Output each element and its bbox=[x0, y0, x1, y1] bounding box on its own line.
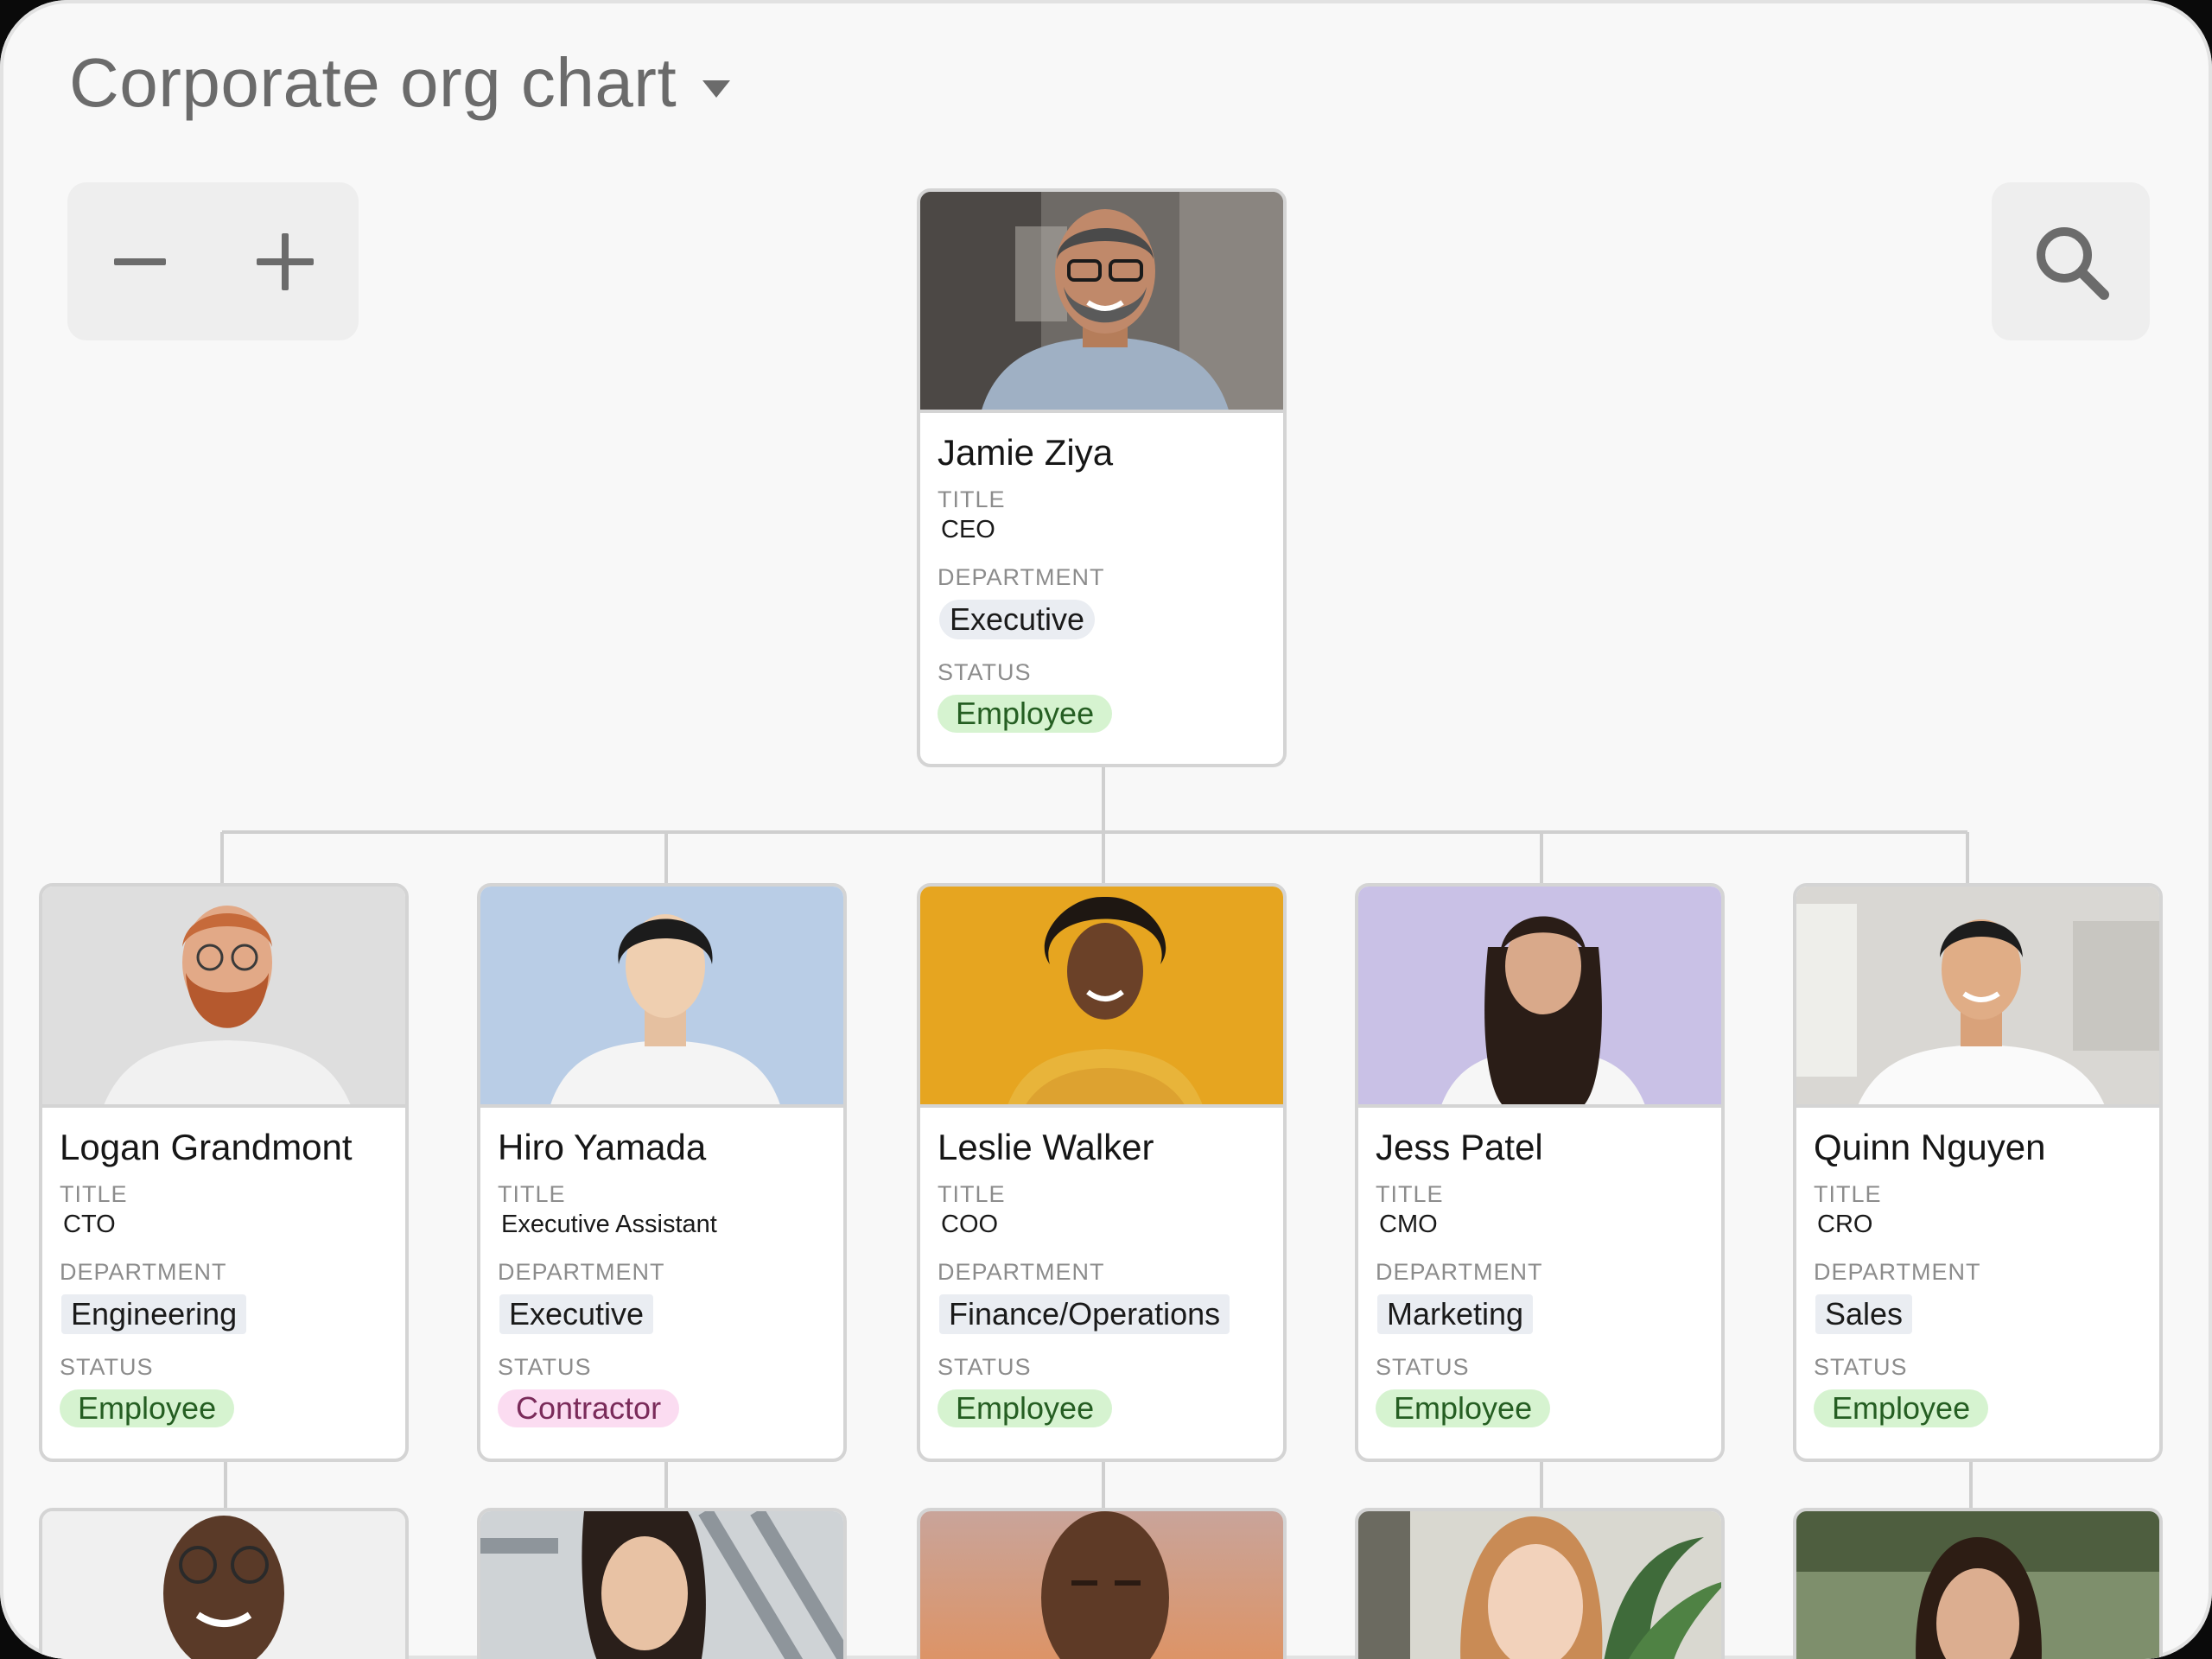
status-label: STATUS bbox=[498, 1353, 826, 1381]
status-badge: Employee bbox=[60, 1389, 234, 1427]
department-label: DEPARTMENT bbox=[1376, 1258, 1704, 1286]
avatar bbox=[42, 1511, 409, 1659]
employee-name: Quinn Nguyen bbox=[1814, 1127, 2142, 1168]
department-label: DEPARTMENT bbox=[498, 1258, 826, 1286]
title-value: CRO bbox=[1817, 1210, 2142, 1239]
title-value: CTO bbox=[63, 1210, 388, 1239]
employee-name: Jess Patel bbox=[1376, 1127, 1704, 1168]
avatar bbox=[920, 1511, 1287, 1659]
avatar bbox=[920, 192, 1283, 413]
title-value: CMO bbox=[1379, 1210, 1704, 1239]
status-label: STATUS bbox=[1814, 1353, 2142, 1381]
avatar bbox=[1358, 1511, 1725, 1659]
employee-name: Hiro Yamada bbox=[498, 1127, 826, 1168]
employee-card-partial[interactable] bbox=[917, 1508, 1287, 1659]
title-label: TITLE bbox=[938, 486, 1266, 513]
employee-card[interactable]: Leslie Walker TITLE COO DEPARTMENT Finan… bbox=[917, 883, 1287, 1462]
title-value: CEO bbox=[941, 515, 1266, 544]
employee-card[interactable]: Logan Grandmont TITLE CTO DEPARTMENT Eng… bbox=[39, 883, 409, 1462]
employee-card[interactable]: Hiro Yamada TITLE Executive Assistant DE… bbox=[477, 883, 847, 1462]
avatar bbox=[920, 887, 1283, 1108]
title-label: TITLE bbox=[60, 1180, 388, 1208]
avatar bbox=[480, 1511, 847, 1659]
employee-name: Logan Grandmont bbox=[60, 1127, 388, 1168]
status-label: STATUS bbox=[938, 658, 1266, 686]
title-label: TITLE bbox=[938, 1180, 1266, 1208]
department-badge: Executive bbox=[939, 600, 1095, 639]
employee-card[interactable]: Jess Patel TITLE CMO DEPARTMENT Marketin… bbox=[1355, 883, 1725, 1462]
employee-card-partial[interactable] bbox=[477, 1508, 847, 1659]
department-label: DEPARTMENT bbox=[938, 1258, 1266, 1286]
employee-card-ceo[interactable]: Jamie Ziya TITLE CEO DEPARTMENT Executiv… bbox=[917, 188, 1287, 767]
department-badge: Engineering bbox=[61, 1294, 246, 1334]
status-badge: Employee bbox=[1814, 1389, 1988, 1427]
employee-card[interactable]: Quinn Nguyen TITLE CRO DEPARTMENT Sales … bbox=[1793, 883, 2163, 1462]
department-label: DEPARTMENT bbox=[938, 563, 1266, 591]
avatar bbox=[1796, 887, 2159, 1108]
avatar bbox=[1796, 1511, 2163, 1659]
employee-name: Leslie Walker bbox=[938, 1127, 1266, 1168]
title-value: COO bbox=[941, 1210, 1266, 1239]
org-chart-window: Corporate org chart bbox=[0, 0, 2212, 1659]
status-badge: Contractor bbox=[498, 1389, 679, 1427]
title-label: TITLE bbox=[498, 1180, 826, 1208]
employee-card-partial[interactable] bbox=[1793, 1508, 2163, 1659]
status-label: STATUS bbox=[938, 1353, 1266, 1381]
department-label: DEPARTMENT bbox=[1814, 1258, 2142, 1286]
department-label: DEPARTMENT bbox=[60, 1258, 388, 1286]
avatar bbox=[480, 887, 843, 1108]
status-label: STATUS bbox=[1376, 1353, 1704, 1381]
department-badge: Finance/Operations bbox=[939, 1294, 1230, 1334]
title-value: Executive Assistant bbox=[501, 1210, 826, 1239]
status-badge: Employee bbox=[938, 695, 1112, 733]
avatar bbox=[42, 887, 405, 1108]
employee-card-partial[interactable] bbox=[1355, 1508, 1725, 1659]
department-badge: Marketing bbox=[1377, 1294, 1533, 1334]
status-label: STATUS bbox=[60, 1353, 388, 1381]
employee-name: Jamie Ziya bbox=[938, 432, 1266, 474]
status-badge: Employee bbox=[1376, 1389, 1550, 1427]
title-label: TITLE bbox=[1376, 1180, 1704, 1208]
department-badge: Executive bbox=[499, 1294, 653, 1334]
employee-card-partial[interactable] bbox=[39, 1508, 409, 1659]
avatar bbox=[1358, 887, 1721, 1108]
status-badge: Employee bbox=[938, 1389, 1112, 1427]
department-badge: Sales bbox=[1815, 1294, 1912, 1334]
title-label: TITLE bbox=[1814, 1180, 2142, 1208]
